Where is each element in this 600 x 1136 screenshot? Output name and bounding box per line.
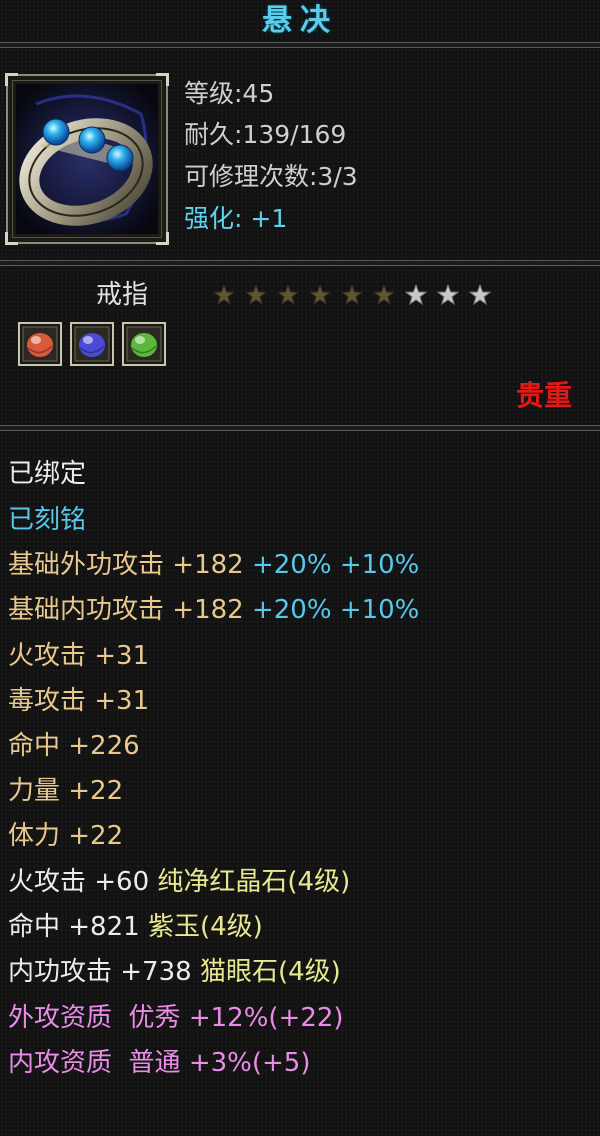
item-type: 戒指 [96,279,148,311]
base-stat-row: 基础内功攻击 +182 +20% +10% [8,592,419,628]
item-strengthen: 强化: +1 [184,204,287,234]
engraved-status: 已刻铭 [8,502,86,538]
title-divider [0,42,600,48]
green-gem-icon[interactable] [122,322,166,366]
item-level: 等级:45 [184,79,274,109]
attr-row: 命中 +226 [8,728,140,764]
item-name: 悬决 [262,3,338,39]
aptitude-row: 内攻资质 普通 +3%(+5) [8,1045,310,1081]
gem-stat-row: 命中 +821 紫玉(4级) [8,909,263,945]
star-unlit-icon [437,284,459,306]
gem-stat-row: 火攻击 +60 纯净红晶石(4级) [8,864,350,900]
star-unlit-icon [405,284,427,306]
item-durability: 耐久:139/169 [184,120,346,150]
star-lit-icon [245,284,267,306]
attr-row: 力量 +22 [8,773,123,809]
header-divider [0,260,600,266]
tooltip-title-bar: 悬决 [0,0,600,42]
ring-icon [16,84,158,234]
red-gem-icon[interactable] [18,322,62,366]
purple-gem-icon[interactable] [70,322,114,366]
aptitude-row: 外攻资质 优秀 +12%(+22) [8,1000,344,1036]
base-stat-row: 基础外功攻击 +182 +20% +10% [8,547,419,583]
bound-status: 已绑定 [8,456,86,492]
attr-row: 火攻击 +31 [8,638,149,674]
star-lit-icon [277,284,299,306]
attr-row: 体力 +22 [8,818,123,854]
star-unlit-icon [469,284,491,306]
rarity-label: 贵重 [516,379,572,413]
attr-row: 毒攻击 +31 [8,683,149,719]
star-lit-icon [213,284,235,306]
gem-stat-row: 内功攻击 +738 猫眼石(4级) [8,954,341,990]
stats-divider [0,425,600,431]
star-lit-icon [373,284,395,306]
star-lit-icon [341,284,363,306]
item-icon-frame [6,74,168,244]
item-repair-count: 可修理次数:3/3 [184,162,358,192]
star-lit-icon [309,284,331,306]
